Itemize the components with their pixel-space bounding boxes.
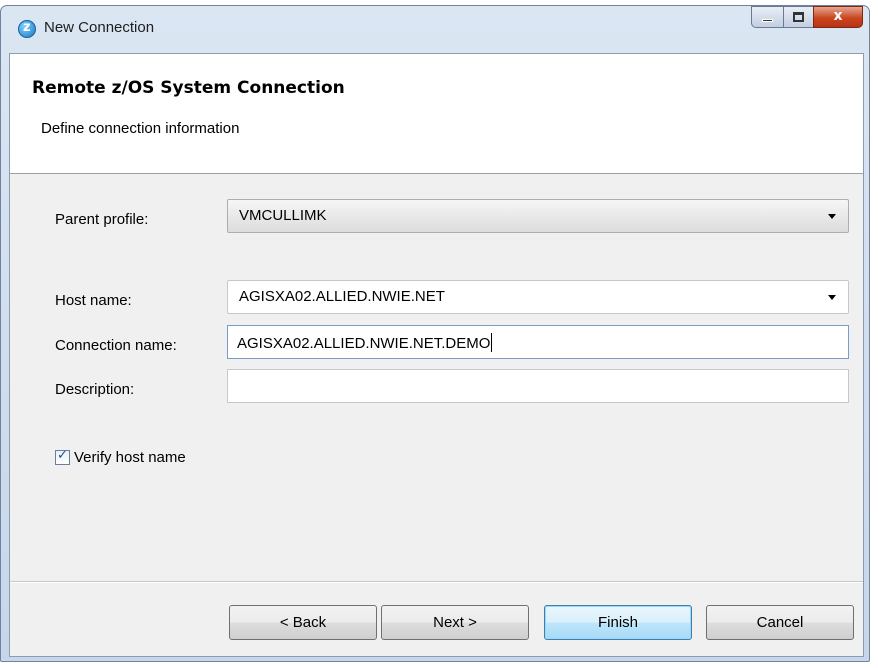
maximize-button[interactable] xyxy=(783,6,813,28)
verify-host-checkbox[interactable]: ✓ xyxy=(55,448,70,465)
title-bar[interactable]: New Connection x xyxy=(1,6,869,52)
minimize-icon xyxy=(762,19,773,22)
minimize-button[interactable] xyxy=(751,6,783,28)
window-title: New Connection xyxy=(44,19,155,36)
button-separator xyxy=(10,581,863,583)
chevron-down-icon xyxy=(828,295,836,300)
dialog-content: Remote z/OS System Connection Define con… xyxy=(9,53,864,657)
host-name-label: Host name: xyxy=(55,292,132,309)
dialog-window: New Connection x Remote z/OS System Conn… xyxy=(0,5,870,662)
maximize-icon xyxy=(793,12,804,22)
host-name-combo[interactable]: AGISXA02.ALLIED.NWIE.NET xyxy=(227,280,849,314)
close-icon: x xyxy=(833,8,843,24)
connection-name-input[interactable]: AGISXA02.ALLIED.NWIE.NET.DEMO xyxy=(227,325,849,359)
text-caret xyxy=(491,333,493,352)
finish-button[interactable]: Finish xyxy=(544,605,692,640)
chevron-down-icon xyxy=(828,214,836,219)
connection-name-label: Connection name: xyxy=(55,337,177,354)
parent-profile-select[interactable]: VMCULLIMK xyxy=(227,199,849,233)
host-name-value: AGISXA02.ALLIED.NWIE.NET xyxy=(239,288,445,305)
back-button[interactable]: < Back xyxy=(229,605,377,640)
window-controls: x xyxy=(751,6,863,28)
close-button[interactable]: x xyxy=(813,6,863,28)
page-description: Define connection information xyxy=(41,120,240,137)
description-label: Description: xyxy=(55,381,135,398)
page-title: Remote z/OS System Connection xyxy=(32,78,345,98)
cancel-button[interactable]: Cancel xyxy=(706,605,854,640)
connection-name-text: AGISXA02.ALLIED.NWIE.NET.DEMO xyxy=(237,333,493,352)
wizard-banner: Remote z/OS System Connection Define con… xyxy=(10,54,863,174)
verify-host-label[interactable]: Verify host name xyxy=(74,449,186,466)
checkmark-icon: ✓ xyxy=(57,448,68,463)
parent-profile-label: Parent profile: xyxy=(55,211,149,228)
description-input[interactable] xyxy=(227,369,849,403)
parent-profile-value: VMCULLIMK xyxy=(239,207,327,224)
connection-name-value: AGISXA02.ALLIED.NWIE.NET.DEMO xyxy=(237,335,491,352)
app-logo-icon xyxy=(18,20,36,38)
next-button[interactable]: Next > xyxy=(381,605,529,640)
